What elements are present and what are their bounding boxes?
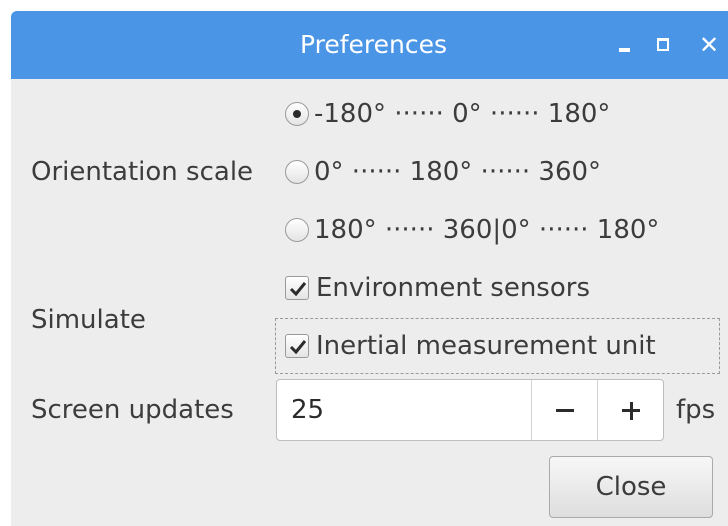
- inertial-measurement-unit-label: Inertial measurement unit: [316, 331, 656, 361]
- inertial-measurement-unit-checkbox-row[interactable]: Inertial measurement unit: [285, 331, 656, 361]
- preferences-window: Preferences ✕ Orientation scale -180° ··…: [11, 11, 728, 526]
- environment-sensors-checkbox[interactable]: [285, 276, 309, 300]
- close-button[interactable]: Close: [549, 456, 713, 518]
- decrement-button[interactable]: [531, 380, 597, 440]
- radio-button[interactable]: [285, 160, 309, 184]
- minimize-icon: [619, 48, 630, 52]
- screen-updates-label: Screen updates: [31, 395, 234, 425]
- checkmark-icon: [289, 340, 307, 355]
- radio-button-selected[interactable]: [285, 102, 309, 126]
- increment-button[interactable]: [597, 380, 663, 440]
- simulate-label: Simulate: [31, 305, 146, 335]
- orientation-option-3-label: 180° ······ 360|0° ······ 180°: [314, 215, 660, 245]
- orientation-option-1[interactable]: -180° ······ 0° ······ 180°: [285, 99, 610, 129]
- screen-updates-spinbox[interactable]: 25: [276, 379, 664, 441]
- close-window-button[interactable]: ✕: [689, 11, 728, 79]
- maximize-button[interactable]: [643, 11, 683, 79]
- orientation-option-1-label: -180° ······ 0° ······ 180°: [314, 99, 611, 129]
- minus-icon: [556, 409, 574, 412]
- minimize-button[interactable]: [605, 11, 645, 79]
- inertial-measurement-unit-checkbox[interactable]: [285, 334, 309, 358]
- radio-button[interactable]: [285, 218, 309, 242]
- maximize-icon: [657, 38, 669, 51]
- orientation-option-2-label: 0° ······ 180° ······ 360°: [314, 157, 602, 187]
- checkmark-icon: [289, 282, 307, 297]
- screen-updates-value[interactable]: 25: [291, 380, 324, 440]
- environment-sensors-label: Environment sensors: [316, 273, 590, 303]
- environment-sensors-checkbox-row[interactable]: Environment sensors: [285, 273, 590, 303]
- orientation-option-2[interactable]: 0° ······ 180° ······ 360°: [285, 157, 601, 187]
- title-bar[interactable]: Preferences ✕: [11, 11, 728, 79]
- fps-unit-label: fps: [676, 395, 716, 425]
- orientation-scale-label: Orientation scale: [31, 157, 254, 187]
- close-icon: ✕: [698, 31, 720, 59]
- orientation-option-3[interactable]: 180° ······ 360|0° ······ 180°: [285, 215, 659, 245]
